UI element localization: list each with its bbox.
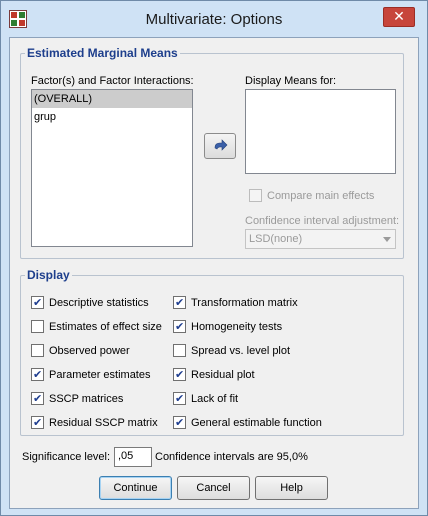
- factors-listbox[interactable]: (OVERALL) grup: [31, 89, 193, 247]
- general-estimable-function-label: General estimable function: [191, 417, 322, 429]
- factors-label: Factor(s) and Factor Interactions:: [31, 75, 194, 87]
- homogeneity-tests-box[interactable]: ✔: [173, 320, 186, 333]
- effect-size-box[interactable]: [31, 320, 44, 333]
- dialog-window: Multivariate: Options ✕ Estimated Margin…: [0, 0, 428, 516]
- compare-main-effects-box[interactable]: [249, 189, 262, 202]
- ci-adjustment-select[interactable]: LSD(none): [245, 229, 396, 249]
- close-icon: ✕: [393, 9, 405, 25]
- chevron-down-icon: [383, 237, 391, 242]
- observed-power-box[interactable]: [31, 344, 44, 357]
- ci-adjustment-label: Confidence interval adjustment:: [245, 215, 400, 227]
- factor-item-overall[interactable]: (OVERALL): [32, 90, 192, 108]
- checkmark-icon: ✔: [33, 392, 43, 405]
- help-button[interactable]: Help: [255, 476, 328, 500]
- descriptive-statistics-label: Descriptive statistics: [49, 297, 149, 309]
- transformation-matrix-label: Transformation matrix: [191, 297, 298, 309]
- sscp-matrices-box[interactable]: ✔: [31, 392, 44, 405]
- display-group-title: Display: [25, 268, 72, 282]
- parameter-estimates-label: Parameter estimates: [49, 369, 151, 381]
- confidence-interval-text: Confidence intervals are 95,0%: [155, 451, 308, 463]
- lack-of-fit-label: Lack of fit: [191, 393, 239, 405]
- emm-group: Estimated Marginal Means Factor(s) and F…: [20, 46, 404, 259]
- checkmark-icon: ✔: [33, 416, 43, 429]
- window-title: Multivariate: Options: [145, 11, 283, 28]
- spread-level-plot-box[interactable]: [173, 344, 186, 357]
- descriptive-statistics-box[interactable]: ✔: [31, 296, 44, 309]
- checkmark-icon: ✔: [175, 320, 185, 333]
- checkmark-icon: ✔: [175, 296, 185, 309]
- dialog-client-area: Estimated Marginal Means Factor(s) and F…: [9, 37, 419, 509]
- display-means-listbox[interactable]: [245, 89, 396, 174]
- checkmark-icon: ✔: [175, 392, 185, 405]
- factor-item-grup[interactable]: grup: [32, 108, 192, 126]
- residual-sscp-label: Residual SSCP matrix: [49, 417, 158, 429]
- general-estimable-function-box[interactable]: ✔: [173, 416, 186, 429]
- checkmark-icon: ✔: [33, 296, 43, 309]
- significance-input[interactable]: ,05: [114, 447, 152, 467]
- significance-label: Significance level:: [22, 451, 111, 463]
- checkmark-icon: ✔: [175, 416, 185, 429]
- arrow-right-icon: [214, 139, 228, 151]
- compare-main-effects-label: Compare main effects: [267, 190, 375, 202]
- effect-size-label: Estimates of effect size: [49, 321, 162, 333]
- parameter-estimates-box[interactable]: ✔: [31, 368, 44, 381]
- spread-level-plot-label: Spread vs. level plot: [191, 345, 291, 357]
- lack-of-fit-box[interactable]: ✔: [173, 392, 186, 405]
- residual-sscp-box[interactable]: ✔: [31, 416, 44, 429]
- observed-power-label: Observed power: [49, 345, 130, 357]
- significance-value: ,05: [118, 450, 134, 462]
- residual-plot-box[interactable]: ✔: [173, 368, 186, 381]
- emm-group-title: Estimated Marginal Means: [25, 46, 180, 60]
- checkmark-icon: ✔: [33, 368, 43, 381]
- continue-button[interactable]: Continue: [99, 476, 172, 500]
- checkmark-icon: ✔: [175, 368, 185, 381]
- cancel-button[interactable]: Cancel: [177, 476, 250, 500]
- ci-adjustment-value: LSD(none): [249, 233, 303, 245]
- display-means-label: Display Means for:: [245, 75, 337, 87]
- sscp-matrices-label: SSCP matrices: [49, 393, 124, 405]
- residual-plot-label: Residual plot: [191, 369, 255, 381]
- display-group: Display ✔ Descriptive statistics Estimat…: [20, 268, 404, 436]
- title-bar[interactable]: Multivariate: Options ✕: [1, 1, 427, 37]
- transformation-matrix-box[interactable]: ✔: [173, 296, 186, 309]
- homogeneity-tests-label: Homogeneity tests: [191, 321, 283, 333]
- close-button[interactable]: ✕: [383, 7, 415, 27]
- move-to-display-button[interactable]: [204, 133, 236, 159]
